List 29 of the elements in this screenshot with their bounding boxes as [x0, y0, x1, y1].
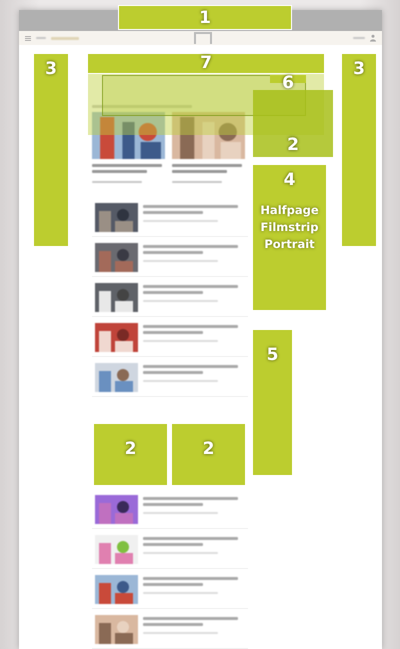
menu-icon[interactable] — [25, 36, 31, 41]
blurred-text — [143, 503, 203, 506]
zone-number: 2 — [202, 439, 214, 459]
blurred-text — [172, 170, 227, 173]
blurred-text — [143, 371, 203, 374]
blurred-text — [36, 37, 46, 40]
zone-number: 1 — [199, 8, 211, 28]
blurred-text — [92, 170, 147, 173]
zone-number: 7 — [200, 55, 212, 72]
zone-number: 2 — [124, 439, 136, 459]
blurred-text — [92, 164, 162, 167]
blurred-text — [143, 291, 203, 294]
blurred-text — [172, 164, 242, 167]
zone-number: 3 — [45, 59, 57, 79]
blurred-text — [51, 36, 79, 40]
zone-number: 5 — [266, 345, 278, 365]
blurred-text — [353, 37, 365, 40]
blurred-text — [143, 583, 203, 586]
user-icon[interactable] — [370, 34, 376, 42]
blurred-text — [143, 211, 203, 214]
zone-caption: Halfpage Filmstrip Portrait — [259, 202, 320, 253]
blurred-text — [143, 543, 203, 546]
zone-number: 3 — [353, 59, 365, 79]
blurred-text — [143, 331, 203, 334]
blurred-text — [143, 623, 203, 626]
blurred-text — [143, 251, 203, 254]
zone-number: 2 — [287, 135, 299, 155]
logo-icon — [194, 32, 212, 44]
zone-number: 4 — [284, 170, 296, 190]
